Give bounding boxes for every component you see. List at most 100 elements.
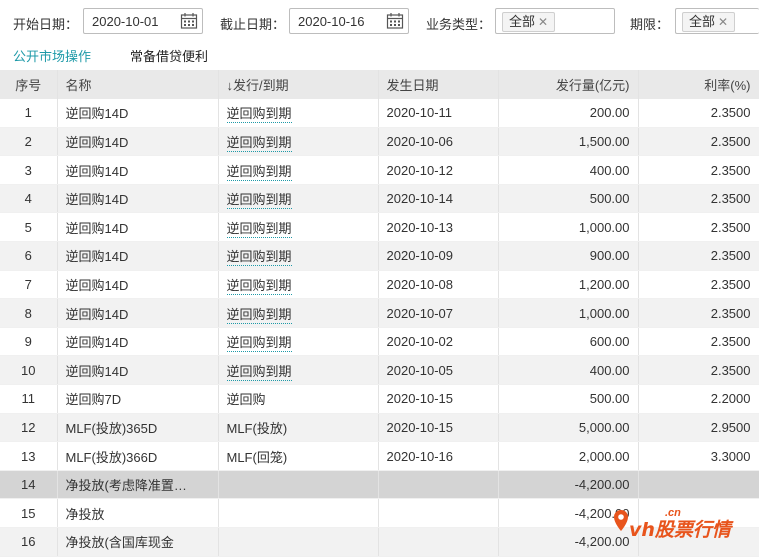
issue-maturity-link[interactable]: 逆回购到期 (226, 192, 292, 210)
cell-date: 2020-10-15 (378, 413, 499, 443)
close-icon[interactable]: ✕ (538, 15, 548, 29)
cell-name: 逆回购14D (57, 327, 219, 357)
cell-index: 2 (0, 127, 58, 157)
table-row[interactable]: 7 逆回购14D 逆回购到期 2020-10-08 1,200.00 2.3500 (0, 270, 759, 300)
cell-name: 逆回购14D (57, 241, 219, 271)
cell-index: 3 (0, 155, 58, 185)
cell-date: 2020-10-07 (378, 298, 499, 328)
calendar-icon[interactable] (180, 12, 198, 33)
table-row[interactable]: 12 MLF(投放)365D MLF(投放) 2020-10-15 5,000.00 2.… (0, 413, 759, 443)
cell-volume: 2,000.00 (498, 441, 639, 471)
cell-volume: -4,200.00 (498, 470, 639, 500)
cell-volume: 500.00 (498, 184, 639, 214)
cell-rate: 2.3500 (638, 127, 759, 157)
term-chip[interactable]: 全部 ✕ (682, 12, 736, 32)
table-row[interactable]: 9 逆回购14D 逆回购到期 2020-10-02 600.00 2.3500 (0, 327, 759, 357)
business-type-chip-label: 全部 (509, 14, 536, 29)
cell-index: 6 (0, 241, 58, 271)
cell-index: 13 (0, 441, 58, 471)
table-row[interactable]: 4 逆回购14D 逆回购到期 2020-10-14 500.00 2.3500 (0, 184, 759, 214)
start-date-value: 2020-10-01 (92, 14, 159, 29)
cell-name: 净投放(考虑降准置… (57, 470, 219, 500)
cell-index: 4 (0, 184, 58, 214)
term-select[interactable]: 全部 ✕ (675, 8, 759, 34)
cell-date: 2020-10-06 (378, 127, 499, 157)
cell-issue-maturity: MLF(投放) (218, 413, 379, 443)
cell-issue-maturity: 逆回购到期 (218, 355, 379, 386)
cell-rate: 2.3500 (638, 212, 759, 243)
cell-name: 逆回购14D (57, 355, 219, 386)
cell-date: 2020-10-05 (378, 355, 499, 386)
col-header-rate[interactable]: 利率(%) (638, 70, 759, 99)
end-date-value: 2020-10-16 (298, 14, 365, 29)
business-type-chip[interactable]: 全部 ✕ (502, 12, 556, 32)
col-header-date[interactable]: 发生日期 (378, 70, 499, 99)
cell-name: MLF(投放)365D (57, 413, 219, 443)
cell-index: 5 (0, 212, 58, 243)
cell-index: 15 (0, 498, 58, 528)
table-row[interactable]: 3 逆回购14D 逆回购到期 2020-10-12 400.00 2.3500 (0, 155, 759, 185)
cell-rate (638, 470, 759, 500)
tab-standing-lending[interactable]: 常备借贷便利 (130, 46, 208, 65)
issue-maturity-link[interactable]: 逆回购到期 (226, 134, 292, 152)
issue-maturity-link[interactable]: 逆回购到期 (226, 220, 292, 238)
cell-name: 逆回购14D (57, 184, 219, 214)
cell-rate: 2.3500 (638, 184, 759, 214)
issue-maturity-link[interactable]: 逆回购到期 (226, 249, 292, 267)
table-row[interactable]: 14 净投放(考虑降准置… -4,200.00 (0, 470, 759, 500)
cell-name: 逆回购7D (57, 384, 219, 414)
table-row[interactable]: 1 逆回购14D 逆回购到期 2020-10-11 200.00 2.3500 (0, 98, 759, 128)
cell-issue-maturity: 逆回购到期 (218, 298, 379, 328)
cell-index: 14 (0, 470, 58, 500)
calendar-icon[interactable] (386, 12, 404, 33)
issue-maturity-link[interactable]: 逆回购到期 (226, 363, 292, 381)
cell-volume: 500.00 (498, 384, 639, 414)
issue-maturity-link[interactable]: 逆回购到期 (226, 163, 292, 181)
tab-open-market[interactable]: 公开市场操作 (13, 46, 91, 65)
issue-maturity-link[interactable]: 逆回购到期 (226, 106, 292, 124)
end-date-input[interactable]: 2020-10-16 (289, 8, 409, 34)
cell-index: 9 (0, 327, 58, 357)
cell-issue-maturity (218, 527, 379, 557)
col-header-index[interactable]: 序号 (0, 70, 58, 99)
cell-rate: 2.3500 (638, 327, 759, 357)
table-row[interactable]: 8 逆回购14D 逆回购到期 2020-10-07 1,000.00 2.3500 (0, 298, 759, 328)
cell-issue-maturity: 逆回购到期 (218, 212, 379, 243)
cell-issue-maturity: 逆回购到期 (218, 241, 379, 271)
issue-maturity-link[interactable]: 逆回购到期 (226, 277, 292, 295)
start-date-input[interactable]: 2020-10-01 (83, 8, 203, 34)
cell-date: 2020-10-16 (378, 441, 499, 471)
col-header-issue-maturity[interactable]: ↓发行/到期 (218, 70, 379, 99)
cell-issue-maturity: 逆回购到期 (218, 270, 379, 300)
cell-rate: 2.2000 (638, 384, 759, 414)
watermark-logo: .cn vh股票行情 (611, 504, 751, 544)
cell-issue-maturity: 逆回购 (218, 384, 379, 414)
table-row[interactable]: 11 逆回购7D 逆回购 2020-10-15 500.00 2.2000 (0, 384, 759, 414)
table-row[interactable]: 6 逆回购14D 逆回购到期 2020-10-09 900.00 2.3500 (0, 241, 759, 271)
cell-issue-maturity: 逆回购到期 (218, 127, 379, 157)
col-header-name[interactable]: 名称 (57, 70, 219, 99)
table-row[interactable]: 2 逆回购14D 逆回购到期 2020-10-06 1,500.00 2.3500 (0, 127, 759, 157)
issue-maturity-link[interactable]: 逆回购到期 (226, 335, 292, 353)
cell-rate: 2.3500 (638, 155, 759, 185)
cell-name: 逆回购14D (57, 298, 219, 328)
cell-volume: 900.00 (498, 241, 639, 271)
term-label: 期限： (630, 17, 670, 32)
table-row[interactable]: 5 逆回购14D 逆回购到期 2020-10-13 1,000.00 2.3500 (0, 212, 759, 243)
cell-date: 2020-10-15 (378, 384, 499, 414)
cell-date (378, 470, 499, 500)
table-row[interactable]: 10 逆回购14D 逆回购到期 2020-10-05 400.00 2.3500 (0, 355, 759, 386)
cell-name: MLF(投放)366D (57, 441, 219, 471)
operations-table: 序号 名称 ↓发行/到期 发生日期 发行量(亿元) 利率(%) 1 逆回购14D 逆… (0, 70, 759, 557)
cell-rate: 2.3500 (638, 98, 759, 128)
table-row[interactable]: 13 MLF(投放)366D MLF(回笼) 2020-10-16 2,000.00 3.… (0, 441, 759, 471)
cell-rate: 2.3500 (638, 241, 759, 271)
cell-date (378, 498, 499, 528)
business-type-select[interactable]: 全部 ✕ (495, 8, 615, 34)
cell-name: 逆回购14D (57, 212, 219, 243)
issue-maturity-link[interactable]: 逆回购到期 (226, 306, 292, 324)
close-icon[interactable]: ✕ (718, 15, 728, 29)
watermark-domain: .cn (665, 507, 681, 519)
cell-rate: 3.3000 (638, 441, 759, 471)
col-header-volume[interactable]: 发行量(亿元) (498, 70, 639, 99)
